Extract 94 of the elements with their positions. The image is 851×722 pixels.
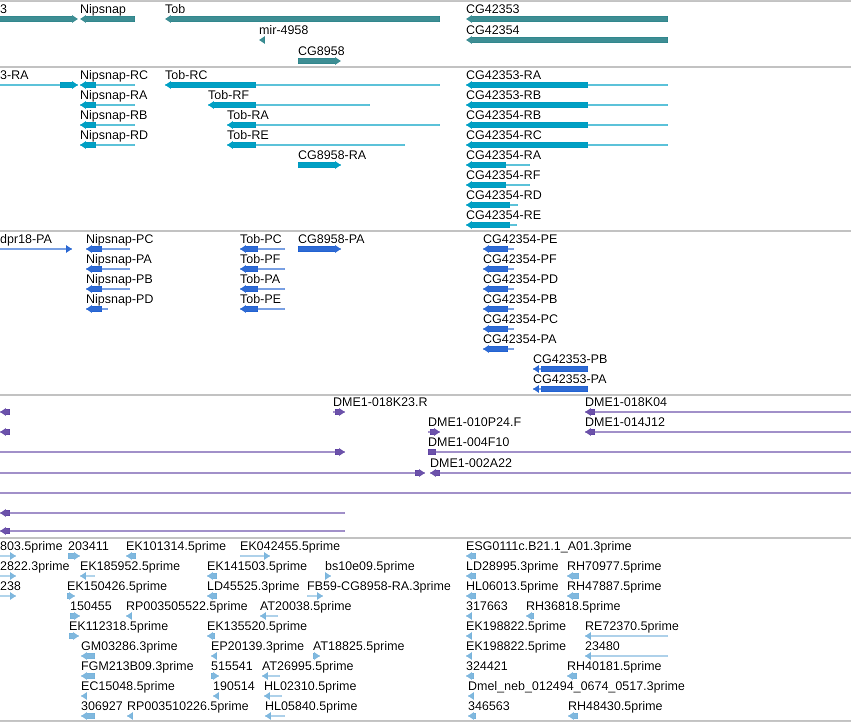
feature-label: Tob-RC — [165, 68, 208, 82]
feature-label: AT26995.5prime — [262, 659, 354, 673]
feature-label: Dmel_neb_012494_0674_0517.3prime — [468, 679, 685, 693]
feature-label: Tob-PF — [240, 252, 280, 266]
feature-label: CG42354 — [466, 23, 520, 37]
feature-label: EK198822.5prime — [466, 639, 566, 653]
feature-label: EK042455.5prime — [240, 539, 340, 553]
feature-label: CG42354-PA — [483, 332, 556, 346]
feature-label: CG42353-PB — [533, 352, 608, 366]
feature-label: FGM213B09.3prime — [81, 659, 194, 673]
feature-label: CG8958-PA — [298, 232, 364, 246]
feature-label: 3 — [0, 2, 7, 16]
feature-label: HL06013.5prime — [466, 579, 558, 593]
feature-label: 3-RA — [0, 68, 28, 82]
feature-label: CG42354-RC — [466, 128, 542, 142]
feature-label: 324421 — [466, 659, 508, 673]
feature-label: RP003505522.5prime — [126, 599, 248, 613]
feature-label: EK141503.5prime — [207, 559, 308, 573]
feature-label: Nipsnap-RC — [80, 68, 148, 82]
feature-label: DME1-018K04 — [585, 395, 667, 409]
feature-label: 2822.3prime — [0, 559, 70, 573]
feature-label: DME1-018K23.R — [333, 395, 428, 409]
feature-label: 150455 — [70, 599, 112, 613]
feature-label: CG42354-PD — [483, 272, 558, 286]
feature-label: Nipsnap-RB — [80, 108, 148, 122]
feature-label: RH48430.5prime — [568, 699, 662, 713]
feature-label: 515541 — [211, 659, 253, 673]
feature-label: Tob-PA — [240, 272, 280, 286]
feature-label: CG42353 — [466, 2, 520, 16]
feature-label: RH36818.5prime — [526, 599, 620, 613]
feature-label: 317663 — [466, 599, 508, 613]
feature-label: EK198822.5prime — [466, 619, 566, 633]
feature-label: Nipsnap-PC — [86, 232, 154, 246]
feature-label: EC15048.5prime — [81, 679, 175, 693]
feature-label: dpr18-PA — [0, 232, 52, 246]
feature-label: Tob-RA — [227, 108, 269, 122]
feature-label: EK101314.5prime — [126, 539, 226, 553]
feature-label: Tob-PC — [240, 232, 282, 246]
feature-label: CG42354-PF — [483, 252, 557, 266]
feature-label: DME1-004F10 — [428, 435, 510, 449]
feature-label: DME1-002A22 — [430, 456, 512, 470]
feature-label: CG42353-RB — [466, 88, 542, 102]
feature-label: RH40181.5prime — [567, 659, 662, 673]
feature-label: EP20139.3prime — [211, 639, 304, 653]
feature-label: RH47887.5prime — [567, 579, 662, 593]
feature-label: Nipsnap-PD — [86, 292, 154, 306]
feature-label: LD45525.3prime — [207, 579, 300, 593]
feature-label: CG42354-PB — [483, 292, 558, 306]
feature-label: 803.5prime — [0, 539, 63, 553]
feature-label: DME1-010P24.F — [428, 415, 522, 429]
feature-label: Nipsnap — [80, 2, 126, 16]
feature-label: AT18825.5prime — [313, 639, 404, 653]
feature-label: RE72370.5prime — [585, 619, 679, 633]
feature-label: CG8958 — [298, 44, 345, 58]
feature-label: Nipsnap-RD — [80, 128, 148, 142]
feature-label: 190514 — [213, 679, 255, 693]
feature-label: CG8958-RA — [298, 148, 366, 162]
feature-label: RP003510226.5prime — [127, 699, 249, 713]
feature-label: EK185952.5prime — [80, 559, 180, 573]
feature-label: ESG0111c.B21.1_A01.3prime — [466, 539, 632, 553]
feature-label: CG42353-PA — [533, 372, 606, 386]
feature-label: EK135520.5prime — [207, 619, 308, 633]
feature-label: Nipsnap-PA — [86, 252, 152, 266]
feature-label: 238 — [0, 579, 21, 593]
feature-label: CG42354-RD — [466, 188, 542, 202]
feature-label: LD28995.3prime — [466, 559, 558, 573]
feature-label: EK112318.5prime — [69, 619, 168, 633]
feature-label: FB59-CG8958-RA.3prime — [307, 579, 451, 593]
feature-label: CG42354-RE — [466, 208, 542, 222]
feature-label: GM03286.3prime — [81, 639, 178, 653]
feature-label: mir-4958 — [259, 23, 308, 37]
feature-label: Tob-PE — [240, 292, 281, 306]
feature-label: RH70977.5prime — [567, 559, 662, 573]
feature-label: Tob — [165, 2, 186, 16]
feature-label: CG42354-RA — [466, 148, 542, 162]
feature-label: Tob-RF — [208, 88, 249, 102]
feature-label: CG42354-PC — [483, 312, 558, 326]
feature-label: 346563 — [468, 699, 510, 713]
feature-label: DME1-014J12 — [585, 415, 665, 429]
feature-label: Nipsnap-PB — [86, 272, 153, 286]
feature-label: HL05840.5prime — [265, 699, 358, 713]
feature-label: CG42354-RB — [466, 108, 542, 122]
feature-label: HL02310.5prime — [264, 679, 356, 693]
feature-label: bs10e09.5prime — [325, 559, 415, 573]
feature-label: 23480 — [585, 639, 620, 653]
feature-label: EK150426.5prime — [67, 579, 168, 593]
feature-label: CG42353-RA — [466, 68, 542, 82]
feature-label: Nipsnap-RA — [80, 88, 148, 102]
feature-label: CG42354-PE — [483, 232, 558, 246]
feature-label: AT20038.5prime — [260, 599, 352, 613]
feature-label: Tob-RE — [227, 128, 269, 142]
feature-label: CG42354-RF — [466, 168, 540, 182]
feature-label: 306927 — [81, 699, 123, 713]
feature-label: 203411 — [68, 539, 109, 553]
